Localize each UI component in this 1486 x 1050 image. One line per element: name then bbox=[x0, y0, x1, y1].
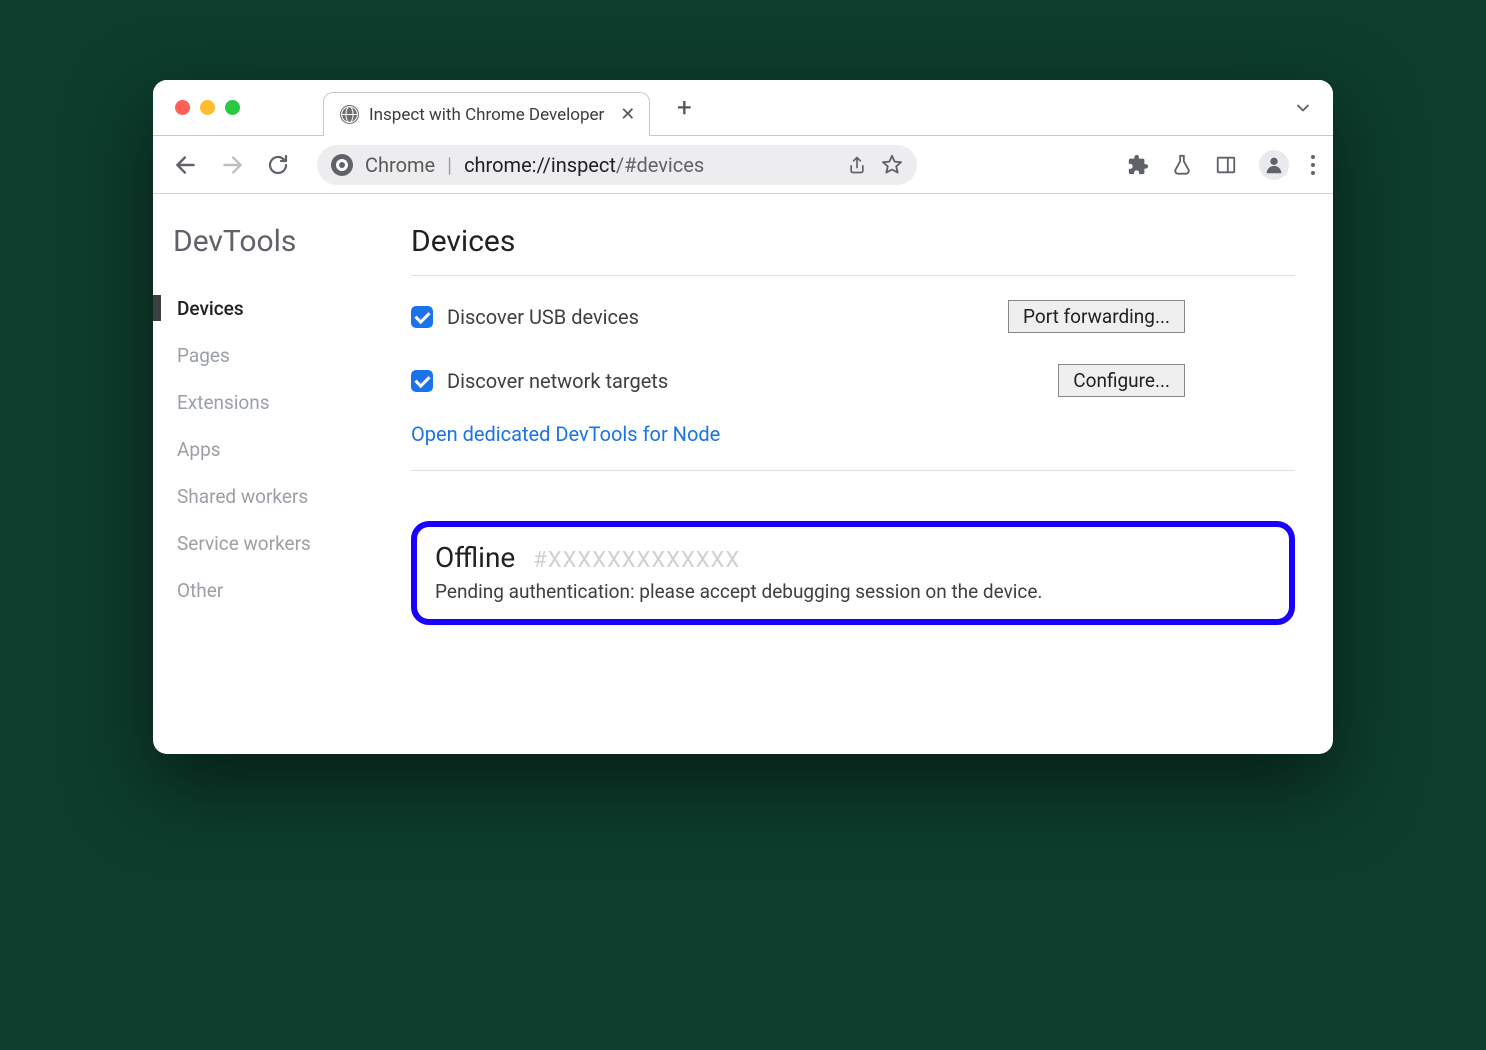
sidebar-item-service-workers[interactable]: Service workers bbox=[173, 520, 403, 567]
discover-usb-checkbox[interactable] bbox=[411, 306, 433, 328]
window-controls bbox=[175, 100, 240, 115]
device-message: Pending authentication: please accept de… bbox=[435, 580, 1271, 603]
url-scheme-label: Chrome bbox=[365, 153, 435, 177]
discover-usb-label: Discover USB devices bbox=[447, 305, 639, 329]
forward-button[interactable] bbox=[217, 150, 247, 180]
discover-network-label: Discover network targets bbox=[447, 369, 668, 393]
back-button[interactable] bbox=[171, 150, 201, 180]
sidebar-item-label: Service workers bbox=[177, 532, 311, 555]
sidebar-item-other[interactable]: Other bbox=[173, 567, 403, 614]
tab-title: Inspect with Chrome Developer bbox=[369, 105, 604, 125]
sidebar-item-pages[interactable]: Pages bbox=[173, 332, 403, 379]
close-tab-icon[interactable]: ✕ bbox=[620, 104, 635, 125]
sidebar-item-extensions[interactable]: Extensions bbox=[173, 379, 403, 426]
page-title: Devices bbox=[411, 224, 1295, 276]
bookmark-star-icon[interactable] bbox=[881, 154, 903, 176]
sidebar-title: DevTools bbox=[173, 224, 403, 259]
profile-avatar[interactable] bbox=[1259, 150, 1289, 180]
sidebar-item-devices[interactable]: Devices bbox=[173, 285, 403, 332]
reload-button[interactable] bbox=[263, 150, 293, 180]
sidebar-item-label: Other bbox=[177, 579, 223, 602]
sidebar-item-label: Extensions bbox=[177, 391, 270, 414]
node-link-row: Open dedicated DevTools for Node bbox=[411, 422, 1295, 471]
chrome-icon bbox=[331, 154, 353, 176]
discover-network-checkbox[interactable] bbox=[411, 370, 433, 392]
url-path: /#devices bbox=[616, 153, 704, 177]
discover-usb-row: Discover USB devices Port forwarding... bbox=[411, 300, 1295, 334]
sidebar-item-label: Pages bbox=[177, 344, 230, 367]
globe-icon bbox=[340, 105, 359, 124]
browser-tab[interactable]: Inspect with Chrome Developer ✕ bbox=[323, 92, 650, 136]
close-window-button[interactable] bbox=[175, 100, 190, 115]
url-host: chrome://inspect bbox=[464, 153, 616, 177]
share-icon[interactable] bbox=[847, 155, 867, 175]
url-separator: | bbox=[447, 153, 452, 177]
open-node-devtools-link[interactable]: Open dedicated DevTools for Node bbox=[411, 422, 720, 446]
labs-icon[interactable] bbox=[1171, 154, 1193, 176]
browser-window: Inspect with Chrome Developer ✕ + Chrome… bbox=[153, 80, 1333, 754]
sidebar-item-label: Shared workers bbox=[177, 485, 308, 508]
tabs-dropdown-icon[interactable] bbox=[1293, 98, 1313, 118]
new-tab-button[interactable]: + bbox=[666, 90, 702, 126]
toolbar: Chrome | chrome://inspect/#devices bbox=[153, 136, 1333, 194]
sidebar-item-shared-workers[interactable]: Shared workers bbox=[173, 473, 403, 520]
chrome-menu-icon[interactable] bbox=[1311, 155, 1315, 175]
main-panel: Devices Discover USB devices Port forwar… bbox=[403, 224, 1315, 694]
sidebar-item-label: Devices bbox=[177, 297, 244, 320]
sidebar-item-apps[interactable]: Apps bbox=[173, 426, 403, 473]
port-forwarding-button[interactable]: Port forwarding... bbox=[1008, 300, 1185, 333]
discover-network-row: Discover network targets Configure... bbox=[411, 364, 1295, 398]
extensions-icon[interactable] bbox=[1127, 154, 1149, 176]
tab-bar: Inspect with Chrome Developer ✕ + bbox=[153, 80, 1333, 136]
minimize-window-button[interactable] bbox=[200, 100, 215, 115]
configure-button[interactable]: Configure... bbox=[1058, 364, 1185, 397]
device-id: #XXXXXXXXXXXXX bbox=[533, 548, 740, 573]
sidebar-item-label: Apps bbox=[177, 438, 221, 461]
address-bar[interactable]: Chrome | chrome://inspect/#devices bbox=[317, 145, 917, 185]
page-content: DevTools Devices Pages Extensions Apps S… bbox=[153, 194, 1333, 754]
device-status-label: Offline bbox=[435, 541, 515, 574]
sidebar: DevTools Devices Pages Extensions Apps S… bbox=[153, 224, 403, 694]
side-panel-icon[interactable] bbox=[1215, 154, 1237, 176]
maximize-window-button[interactable] bbox=[225, 100, 240, 115]
device-status-box: Offline #XXXXXXXXXXXXX Pending authentic… bbox=[411, 521, 1295, 625]
